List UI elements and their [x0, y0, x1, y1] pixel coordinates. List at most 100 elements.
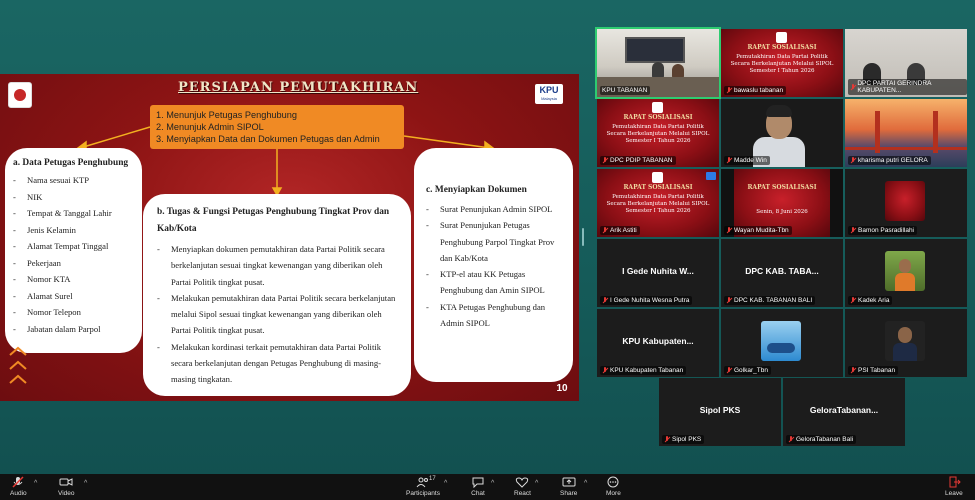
audio-options-caret-icon[interactable]: ^: [34, 480, 37, 487]
list-item: KTP-el atau KK Petugas Penghubung dan Am…: [426, 266, 563, 299]
mic-muted-icon: [850, 297, 856, 304]
video-button[interactable]: Video: [58, 476, 75, 497]
card-data-petugas: a. Data Petugas Penghubung Nama sesuai K…: [5, 148, 142, 353]
share-options-caret-icon[interactable]: ^: [584, 480, 587, 487]
video-tile[interactable]: PSI Tabanan: [845, 309, 967, 377]
list-item: Surat Penunjukan Admin SIPOL: [426, 201, 563, 218]
participant-avatar: [885, 181, 925, 221]
participant-name-label: I Gede Nuhita Wesna Putra: [600, 296, 693, 305]
mic-muted-icon: [602, 297, 608, 304]
video-tile[interactable]: Bamon Pasradillahi: [845, 169, 967, 237]
video-tile[interactable]: DPC PARTAI GERINDRA KABUPATEN...: [845, 29, 967, 97]
video-tile[interactable]: DPC KAB. TABA... DPC KAB. TABANAN BALI: [721, 239, 843, 307]
participant-display-name: DPC KAB. TABA...: [745, 266, 819, 276]
more-button[interactable]: More: [606, 476, 621, 497]
participants-count: 17: [429, 476, 436, 482]
more-label: More: [606, 490, 621, 497]
participant-name-label: KPU TABANAN: [600, 86, 651, 95]
video-tile[interactable]: I Gede Nuhita W... I Gede Nuhita Wesna P…: [597, 239, 719, 307]
participant-name-label: Wayan Mudita-Tbn: [724, 226, 792, 235]
chevron-up-icon: [9, 346, 27, 356]
list-item: Melakukan pemutakhiran data Partai Polit…: [157, 290, 397, 339]
video-label: Video: [58, 490, 75, 497]
mic-muted-icon: [602, 227, 608, 234]
chevron-up-icon: [9, 374, 27, 384]
list-item: Surat Penunjukan Petugas Penghubung Parp…: [426, 217, 563, 266]
share-screen-icon: [562, 477, 576, 487]
heart-icon: [516, 477, 529, 488]
participant-avatar: [761, 321, 801, 361]
share-label: Share: [560, 490, 578, 497]
participant-name-label: Bamon Pasradillahi: [848, 226, 918, 235]
list-item: Alamat Surel: [13, 288, 134, 305]
mic-muted-icon: [850, 367, 856, 374]
video-tile[interactable]: kharisma putri GELORA: [845, 99, 967, 167]
video-tile[interactable]: KPU TABANAN: [595, 27, 721, 99]
participant-name-label: bawaslu tabanan: [724, 86, 787, 95]
card-tugas-fungsi: b. Tugas & Fungsi Petugas Penghubung Tin…: [143, 194, 411, 396]
participant-name-label: DPC KAB. TABANAN BALI: [724, 296, 816, 305]
list-item: Melakukan kordinasi terkait pemutakhiran…: [157, 339, 397, 388]
mic-muted-icon: [726, 367, 732, 374]
list-item: Tempat & Tanggal Lahir: [13, 205, 134, 222]
list-item: Nama sesuai KTP: [13, 172, 134, 189]
participants-options-caret-icon[interactable]: ^: [444, 480, 447, 487]
list-item: Pekerjaan: [13, 255, 134, 272]
mic-muted-icon: [726, 297, 732, 304]
options-icon[interactable]: [706, 172, 716, 180]
react-label: React: [514, 490, 531, 497]
mic-muted-icon: [664, 436, 670, 443]
participant-name-label: DPC PDIP TABANAN: [600, 156, 676, 165]
participant-display-name: Sipol PKS: [699, 405, 741, 415]
participant-avatar: [885, 321, 925, 361]
participants-icon: [416, 477, 428, 488]
participant-display-name: I Gede Nuhita W...: [622, 266, 694, 276]
video-tile[interactable]: GeloraTabanan... GeloraTabanan Bali: [783, 378, 905, 446]
panel-splitter-handle[interactable]: [582, 228, 584, 246]
react-options-caret-icon[interactable]: ^: [535, 480, 538, 487]
video-tile[interactable]: RAPAT SOSIALISASI Pemutakhiran Data Part…: [597, 169, 719, 237]
participants-label: Participants: [406, 490, 440, 497]
participant-name-label: kharisma putri GELORA: [848, 156, 931, 165]
mic-muted-icon: [726, 157, 732, 164]
audio-button[interactable]: Audio: [10, 476, 27, 497]
participant-display-name: GeloraTabanan...: [809, 405, 879, 415]
mic-muted-icon: [850, 157, 856, 164]
participant-display-name: KPU Kabupaten...: [622, 336, 694, 346]
audio-label: Audio: [10, 490, 27, 497]
mic-muted-icon: [726, 87, 732, 94]
participant-name-label: GeloraTabanan Bali: [786, 435, 857, 444]
list-item: Menyiapkan dokumen pemutakhiran data Par…: [157, 241, 397, 290]
video-tile[interactable]: Madde Win: [721, 99, 843, 167]
mic-muted-icon: [788, 436, 794, 443]
participant-name-label: Arik Astiti: [600, 226, 640, 235]
video-tile[interactable]: Sipol PKS Sipol PKS: [659, 378, 781, 446]
mic-muted-icon: [850, 83, 855, 91]
shared-slide: PERSIAPAN PEMUTAKHIRAN KPU Malaysia 1. M…: [0, 74, 579, 401]
leave-button[interactable]: Leave: [945, 476, 963, 497]
participant-name-label: Golkar_Tbn: [724, 366, 771, 375]
video-tile[interactable]: RAPAT SOSIALISASI Senin, 8 Juni 2026 Way…: [721, 169, 843, 237]
video-tile[interactable]: Kadek Aria: [845, 239, 967, 307]
list-item: Jabatan dalam Parpol: [13, 321, 134, 338]
video-tile[interactable]: RAPAT SOSIALISASI Pemutakhiran Data Part…: [597, 99, 719, 167]
list-item: Alamat Tempat Tinggal: [13, 238, 134, 255]
list-item: KTA Petugas Penghubung dan Admin SIPOL: [426, 299, 563, 332]
participant-name-label: DPC PARTAI GERINDRA KABUPATEN...: [848, 79, 967, 95]
participant-name-label: Kadek Aria: [848, 296, 893, 305]
leave-label: Leave: [945, 490, 963, 497]
video-tile[interactable]: RAPAT SOSIALISASI Pemutakhiran Data Part…: [721, 29, 843, 97]
more-icon: [607, 476, 619, 488]
meeting-toolbar: Audio ^ Video ^ Participants 17 ^ Chat ^…: [0, 474, 975, 500]
share-button[interactable]: Share: [560, 476, 577, 497]
list-item: Nomor Telepon: [13, 304, 134, 321]
card-c-heading: c. Menyiapkan Dokumen: [426, 185, 527, 195]
card-dokumen: c. Menyiapkan Dokumen Surat Penunjukan A…: [414, 148, 573, 382]
video-options-caret-icon[interactable]: ^: [84, 480, 87, 487]
video-tile[interactable]: KPU Kabupaten... KPU Kabupaten Tabanan: [597, 309, 719, 377]
video-tile[interactable]: Golkar_Tbn: [721, 309, 843, 377]
chat-options-caret-icon[interactable]: ^: [491, 480, 494, 487]
chat-button[interactable]: Chat: [471, 476, 485, 497]
react-button[interactable]: React: [514, 476, 531, 497]
mic-muted-icon: [850, 227, 856, 234]
